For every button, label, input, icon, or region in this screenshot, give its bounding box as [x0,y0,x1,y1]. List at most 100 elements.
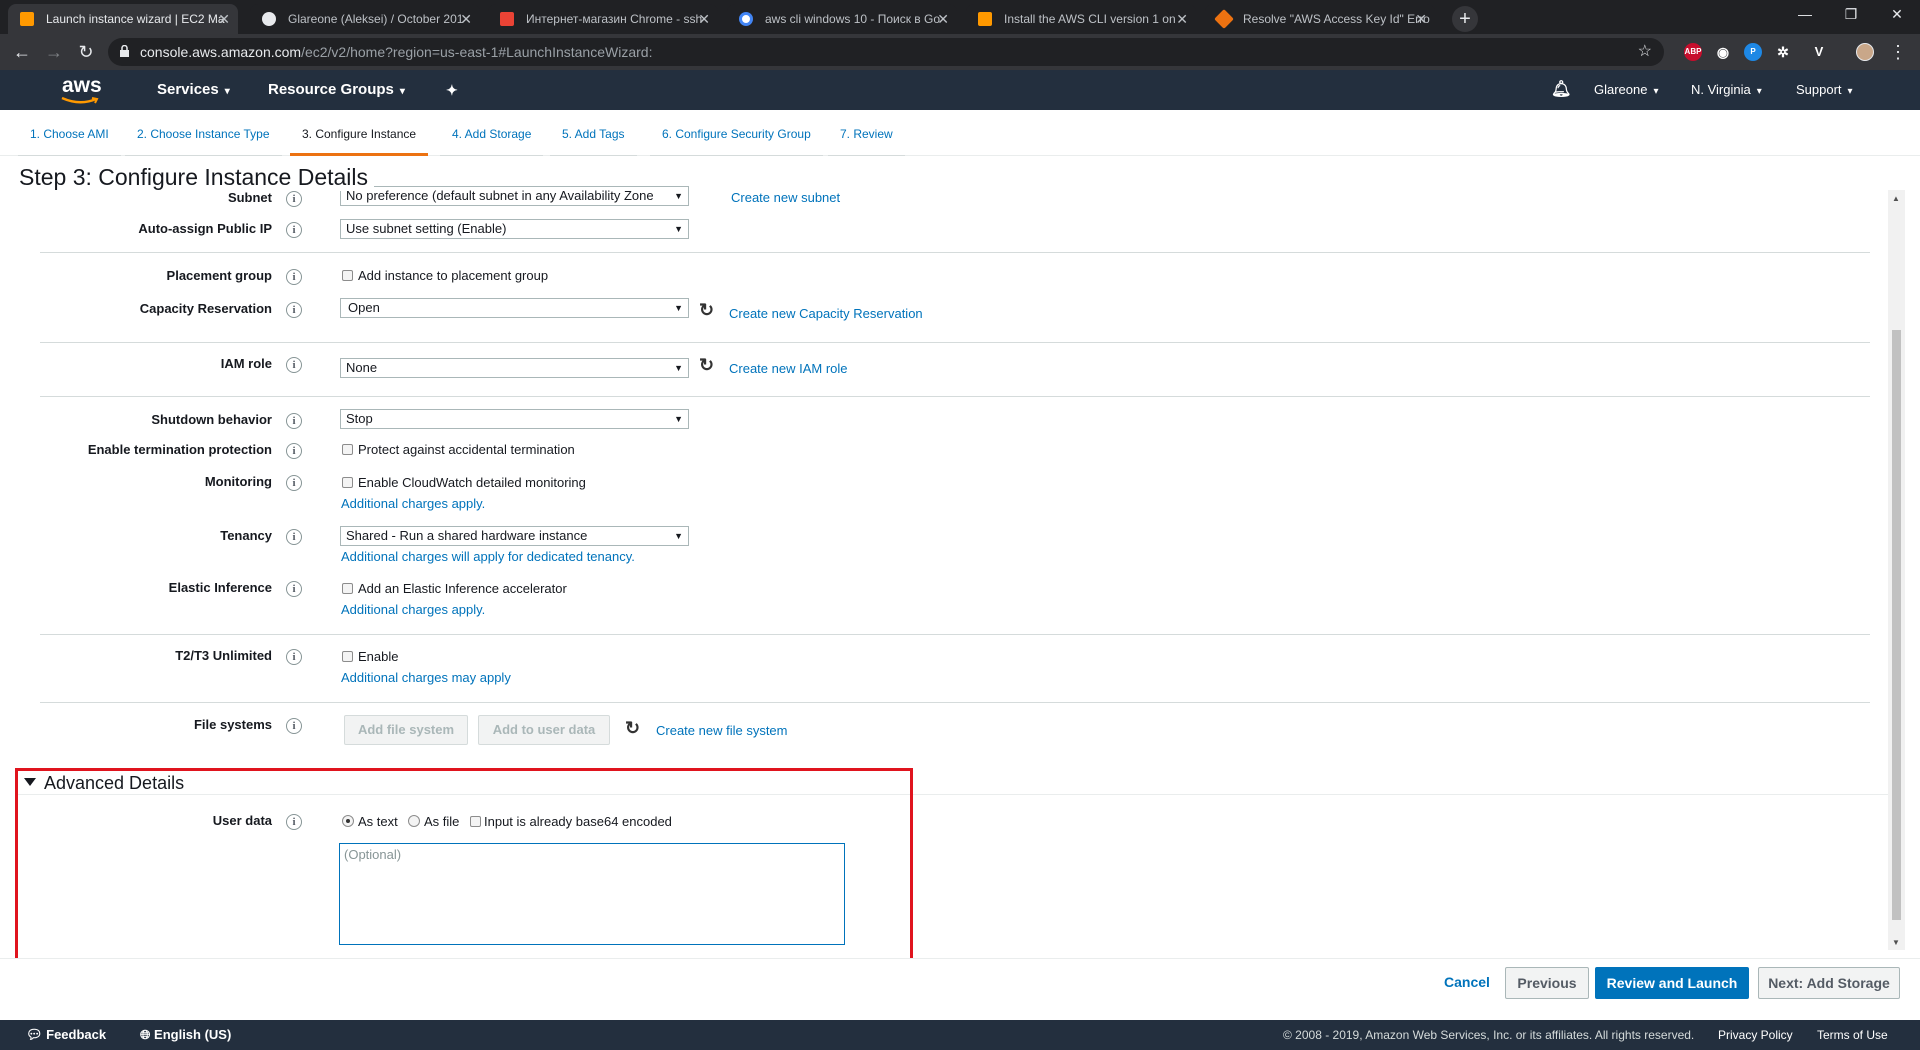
feedback-link[interactable]: 💬︎ Feedback [26,1020,106,1050]
browser-tab[interactable]: aws cli windows 10 - Поиск в Go ✕ [727,4,957,34]
elastic-charges-link[interactable]: Additional charges apply. [341,602,485,617]
close-tab-icon[interactable]: ✕ [937,4,949,34]
scroll-up-icon[interactable]: ▲ [1892,194,1900,203]
info-icon[interactable]: i [286,413,302,429]
extension-icon[interactable]: P [1744,43,1762,61]
notifications-bell-icon[interactable]: 🔔︎ [1551,70,1571,110]
info-icon[interactable]: i [286,191,302,207]
info-icon[interactable]: i [286,443,302,459]
tenancy-charges-link[interactable]: Additional charges will apply for dedica… [341,549,635,564]
address-bar[interactable]: console.aws.amazon.com/ec2/v2/home?regio… [108,38,1664,66]
create-new-subnet-link[interactable]: Create new subnet [731,190,840,205]
add-to-user-data-button[interactable]: Add to user data [478,715,610,745]
info-icon[interactable]: i [286,649,302,665]
next-add-storage-button[interactable]: Next: Add Storage [1758,967,1900,999]
checkbox[interactable] [470,816,481,827]
account-menu[interactable]: Glareone ▾ [1594,70,1659,112]
create-capacity-reservation-link[interactable]: Create new Capacity Reservation [729,306,923,321]
previous-button[interactable]: Previous [1505,967,1589,999]
new-tab-button[interactable]: + [1452,6,1478,32]
close-tab-icon[interactable]: ✕ [218,4,230,34]
scrollbar[interactable]: ▲ ▼ [1888,190,1905,950]
browser-tab-active[interactable]: Launch instance wizard | EC2 Ma ✕ [8,4,238,34]
browser-tab[interactable]: Install the AWS CLI version 1 on ✕ [966,4,1196,34]
reload-icon[interactable]: ↻ [74,40,98,64]
minimize-icon[interactable]: — [1782,0,1828,30]
resource-groups-menu[interactable]: Resource Groups ▾ [268,70,405,112]
privacy-policy-link[interactable]: Privacy Policy [1718,1020,1793,1050]
info-icon[interactable]: i [286,475,302,491]
scroll-thumb[interactable] [1892,330,1901,920]
browser-tab[interactable]: Glareone (Aleksei) / October 201 ✕ [250,4,480,34]
back-icon[interactable]: ← [10,40,34,64]
elastic-inference-checkbox[interactable]: Add an Elastic Inference accelerator [342,581,567,596]
t2t3-checkbox[interactable]: Enable [342,649,398,664]
info-icon[interactable]: i [286,814,302,830]
refresh-icon[interactable]: ↻ [625,719,643,737]
adblock-extension-icon[interactable]: ABP [1684,43,1702,61]
region-menu[interactable]: N. Virginia ▾ [1691,70,1762,112]
checkbox[interactable] [342,477,353,488]
tab-configure-security-group[interactable]: 6. Configure Security Group [650,110,823,156]
services-menu[interactable]: Services ▾ [157,70,230,112]
cancel-button[interactable]: Cancel [1437,967,1497,999]
user-data-as-text-radio[interactable]: As text [342,814,398,829]
scroll-down-icon[interactable]: ▼ [1892,938,1900,947]
pin-icon[interactable]: ✦ [446,70,458,110]
user-data-textarea[interactable]: (Optional) [339,843,845,945]
placement-checkbox[interactable]: Add instance to placement group [342,268,548,283]
support-menu[interactable]: Support ▾ [1796,70,1853,112]
forward-icon[interactable]: → [42,40,66,64]
info-icon[interactable]: i [286,222,302,238]
t2t3-charges-link[interactable]: Additional charges may apply [341,670,511,685]
close-tab-icon[interactable]: ✕ [1415,4,1427,34]
checkbox[interactable] [342,651,353,662]
info-icon[interactable]: i [286,581,302,597]
radio-selected[interactable] [342,815,354,827]
tab-add-tags[interactable]: 5. Add Tags [550,110,637,156]
extension-icon[interactable]: V [1810,43,1828,61]
add-file-system-button[interactable]: Add file system [344,715,468,745]
checkbox[interactable] [342,270,353,281]
refresh-icon[interactable]: ↻ [699,356,717,374]
tab-choose-ami[interactable]: 1. Choose AMI [18,110,121,156]
extension-icon[interactable]: ✲ [1774,43,1792,61]
advanced-details-toggle[interactable]: Advanced Details [24,773,184,794]
info-icon[interactable]: i [286,269,302,285]
tab-choose-instance-type[interactable]: 2. Choose Instance Type [125,110,282,156]
create-file-system-link[interactable]: Create new file system [656,723,788,738]
language-selector[interactable]: 🌐︎ English (US) [140,1020,231,1050]
close-window-icon[interactable]: ✕ [1874,0,1920,30]
create-iam-role-link[interactable]: Create new IAM role [729,361,848,376]
refresh-icon[interactable]: ↻ [699,301,717,319]
monitoring-charges-link[interactable]: Additional charges apply. [341,496,485,511]
close-tab-icon[interactable]: ✕ [460,4,472,34]
tenancy-select[interactable]: Shared - Run a shared hardware instance ▼ [340,526,689,546]
info-icon[interactable]: i [286,357,302,373]
subnet-select[interactable]: No preference (default subnet in any Ava… [340,186,689,206]
info-icon[interactable]: i [286,718,302,734]
bookmark-star-icon[interactable]: ☆ [1638,38,1652,66]
user-data-as-file-radio[interactable]: As file [408,814,459,829]
profile-avatar[interactable] [1856,43,1874,61]
tab-configure-instance[interactable]: 3. Configure Instance [290,110,429,156]
info-icon[interactable]: i [286,529,302,545]
termination-checkbox[interactable]: Protect against accidental termination [342,442,575,457]
terms-of-use-link[interactable]: Terms of Use [1817,1020,1888,1050]
chrome-menu-icon[interactable]: ⋮ [1886,40,1910,64]
checkbox[interactable] [342,444,353,455]
checkbox[interactable] [342,583,353,594]
capacity-select[interactable]: Open ▼ [340,298,689,318]
iam-select[interactable]: None ▼ [340,358,689,378]
public-ip-select[interactable]: Use subnet setting (Enable) ▼ [340,219,689,239]
browser-tab[interactable]: Интернет-магазин Chrome - ssh ✕ [488,4,718,34]
tab-review[interactable]: 7. Review [828,110,905,156]
browser-tab[interactable]: Resolve "AWS Access Key Id" Erro ✕ [1205,4,1435,34]
info-icon[interactable]: i [286,302,302,318]
monitoring-checkbox[interactable]: Enable CloudWatch detailed monitoring [342,475,586,490]
extension-icon[interactable]: ◉ [1714,43,1732,61]
tab-add-storage[interactable]: 4. Add Storage [440,110,544,156]
review-and-launch-button[interactable]: Review and Launch [1595,967,1749,999]
radio[interactable] [408,815,420,827]
restore-icon[interactable]: ❐ [1828,0,1874,30]
